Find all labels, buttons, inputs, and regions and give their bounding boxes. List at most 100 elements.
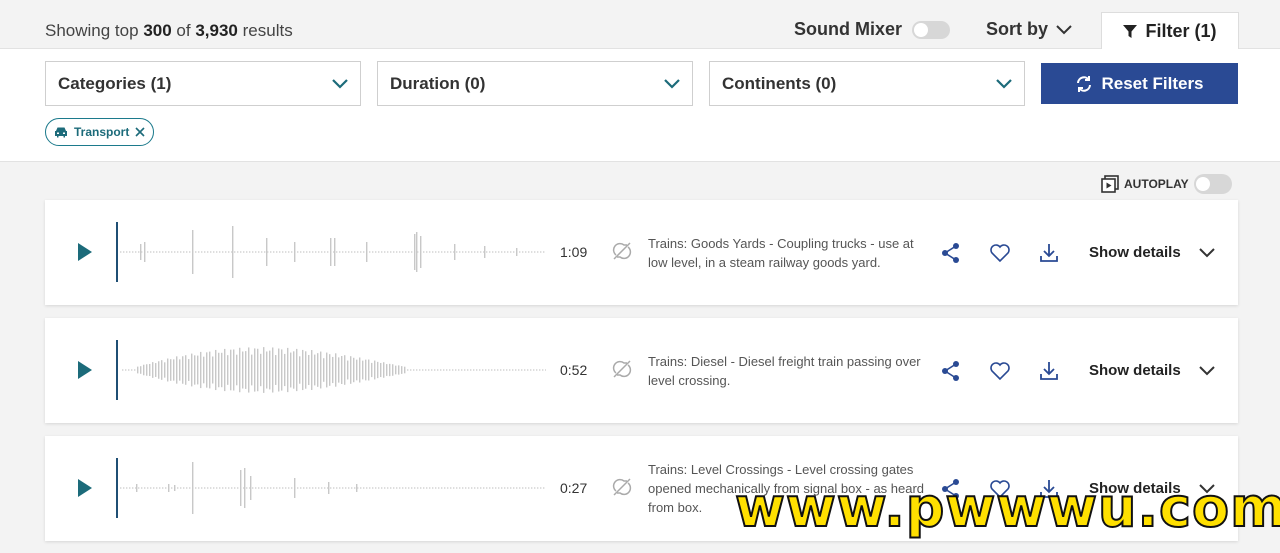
waveform-bar — [384, 251, 386, 253]
download-icon[interactable] — [1038, 360, 1060, 382]
waveform-bar — [545, 369, 546, 371]
autoplay-control[interactable]: AUTOPLAY — [1101, 174, 1232, 194]
waveform-bar — [225, 487, 227, 489]
waveform-bar — [428, 369, 430, 371]
continents-dropdown[interactable]: Continents (0) — [709, 61, 1025, 106]
waveform-bar — [486, 251, 488, 253]
autoplay-toggle[interactable] — [1193, 174, 1232, 194]
waveform-bar — [474, 251, 476, 253]
waveform-bar — [410, 369, 412, 371]
waveform-bar — [416, 369, 418, 371]
waveform-bar — [335, 353, 337, 387]
chevron-down-icon[interactable] — [1198, 244, 1216, 262]
waveform-bar — [282, 487, 284, 489]
waveform-bar — [440, 369, 442, 371]
chevron-down-icon[interactable] — [1198, 362, 1216, 380]
waveform-bar — [200, 351, 202, 389]
waveform-bar — [207, 487, 209, 489]
waveform-bar — [219, 251, 221, 253]
waveform-bar — [204, 251, 206, 253]
close-icon[interactable] — [135, 127, 145, 137]
waveform-bar — [234, 487, 236, 489]
waveform-bar — [260, 353, 262, 387]
waveform-bar — [453, 487, 455, 489]
waveform[interactable] — [116, 458, 546, 518]
show-details-button[interactable]: Show details — [1089, 244, 1181, 261]
waveform-bar — [408, 487, 410, 489]
reset-filters-label: Reset Filters — [1101, 73, 1204, 93]
waveform-bar — [528, 487, 530, 489]
waveform-bar — [444, 251, 446, 253]
waveform-bar — [212, 356, 214, 384]
waveform-bar — [186, 487, 188, 489]
waveform-bar — [408, 251, 410, 253]
playhead[interactable] — [116, 458, 118, 518]
play-icon[interactable] — [75, 241, 95, 263]
share-icon[interactable] — [940, 242, 962, 264]
download-icon[interactable] — [1038, 242, 1060, 264]
categories-dropdown[interactable]: Categories (1) — [45, 61, 361, 106]
waveform-bar — [351, 251, 353, 253]
watermark: www.pwwwu.com — [734, 476, 1280, 539]
waveform-bar — [243, 251, 245, 253]
waveform-bar — [165, 251, 167, 253]
waveform-bar — [297, 487, 299, 489]
waveform-bar — [398, 365, 400, 375]
waveform-bar — [356, 484, 358, 492]
filter-chip-transport[interactable]: Transport — [45, 118, 155, 146]
waveform-bar — [435, 251, 437, 253]
waveform-bar — [312, 251, 314, 253]
waveform-bar — [257, 348, 259, 392]
waveform-bar — [480, 487, 482, 489]
waveform-bar — [173, 359, 175, 381]
heart-icon[interactable] — [989, 360, 1011, 382]
results-prefix: Showing top — [45, 21, 139, 40]
sound-mixer-toggle[interactable] — [912, 20, 951, 39]
reset-filters-button[interactable]: Reset Filters — [1041, 63, 1238, 104]
heart-icon[interactable] — [989, 242, 1011, 264]
waveform-bar — [201, 487, 203, 489]
waveform-bar — [150, 251, 152, 253]
sound-mixer-control[interactable]: Sound Mixer — [794, 19, 951, 40]
waveform-bar — [480, 251, 482, 253]
duration-dropdown[interactable]: Duration (0) — [377, 61, 693, 106]
waveform-bar — [177, 487, 179, 489]
waveform-bar — [414, 234, 416, 270]
waveform-bar — [150, 487, 152, 489]
waveform-bar — [209, 351, 211, 389]
show-details-button[interactable]: Show details — [1089, 362, 1181, 379]
waveform-bar — [530, 369, 532, 371]
waveform-bar — [213, 251, 215, 253]
waveform[interactable] — [116, 340, 546, 400]
waveform-bar — [507, 251, 509, 253]
playhead[interactable] — [116, 222, 118, 282]
waveform-bar — [156, 251, 158, 253]
results-of: of — [176, 21, 191, 40]
waveform-bar — [167, 358, 169, 382]
waveform-bar — [462, 251, 464, 253]
waveform-bar — [336, 487, 338, 489]
waveform-bar — [522, 487, 524, 489]
sort-by-button[interactable]: Sort by — [986, 19, 1072, 40]
track-card: 1:09 Trains: Goods Yards - Coupling truc… — [45, 200, 1238, 305]
waveform[interactable] — [116, 222, 546, 282]
waveform-bar — [339, 251, 341, 253]
share-icon[interactable] — [940, 360, 962, 382]
play-icon[interactable] — [75, 477, 95, 499]
waveform-bar — [345, 487, 347, 489]
waveform-bar — [500, 369, 502, 371]
waveform-bar — [432, 251, 434, 253]
waveform-bar — [144, 242, 146, 262]
filter-tab[interactable]: Filter (1) — [1101, 12, 1239, 50]
waveform-bar — [264, 251, 266, 253]
waveform-bar — [381, 487, 383, 489]
waveform-bar — [155, 363, 157, 377]
waveform-bar — [174, 485, 176, 491]
waveform-bar — [498, 487, 500, 489]
waveform-bar — [324, 251, 326, 253]
play-icon[interactable] — [75, 359, 95, 381]
waveform-bar — [189, 487, 191, 489]
waveform-bar — [284, 353, 286, 387]
playhead[interactable] — [116, 340, 118, 400]
waveform-bar — [321, 487, 323, 489]
